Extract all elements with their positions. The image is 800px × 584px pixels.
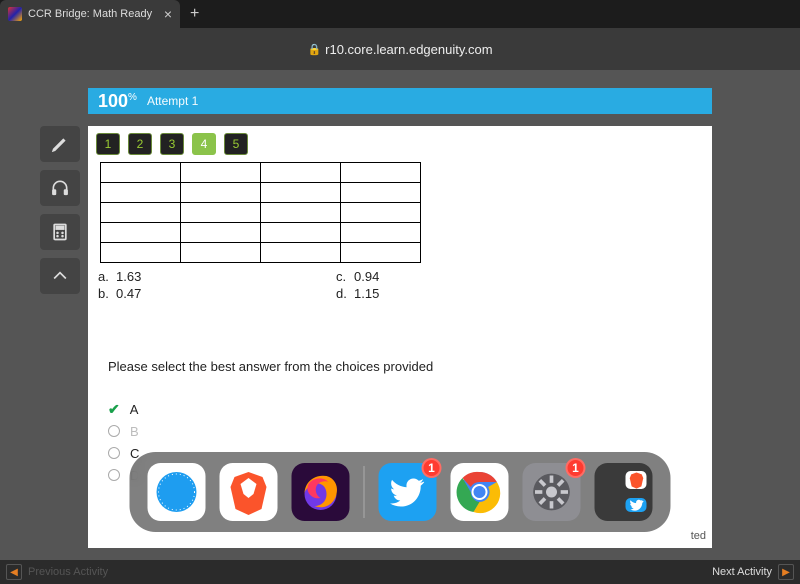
headphones-icon [50, 178, 70, 198]
ans-a-label: a. [98, 269, 116, 284]
url-text: r10.core.learn.edgenuity.com [325, 42, 492, 57]
ans-b-label: b. [98, 286, 116, 301]
question-nav-3[interactable]: 3 [160, 133, 184, 155]
app-folder[interactable] [595, 463, 653, 521]
dock: 1 1 [130, 452, 671, 532]
lock-icon: 🔒 [307, 43, 321, 56]
ans-c-val: 0.94 [354, 269, 414, 284]
calculator-icon [50, 222, 70, 242]
question-prompt: Please select the best answer from the c… [108, 359, 712, 374]
tab-favicon [8, 7, 22, 21]
folder-mini-brave [626, 471, 647, 489]
ans-d-val: 1.15 [354, 286, 414, 301]
app-chrome[interactable] [451, 463, 509, 521]
choice-b[interactable]: B [108, 420, 712, 442]
app-twitter[interactable]: 1 [379, 463, 437, 521]
pencil-icon [50, 134, 70, 154]
question-nav: 1 2 3 4 5 [88, 125, 256, 165]
next-activity-button[interactable]: Next Activity ▶ [712, 564, 794, 580]
ans-d-label: d. [336, 286, 354, 301]
question-nav-5[interactable]: 5 [224, 133, 248, 155]
choice-a[interactable]: ✔ A [108, 398, 712, 420]
answer-values: a.1.63 b.0.47 c.0.94 d.1.15 [98, 269, 712, 301]
data-table [100, 162, 421, 263]
badge: 1 [422, 458, 442, 478]
score-percent: 100% [98, 91, 137, 112]
app-safari[interactable] [148, 463, 206, 521]
close-icon[interactable]: × [164, 6, 172, 22]
badge: 1 [566, 458, 586, 478]
pencil-tool[interactable] [40, 126, 80, 162]
browser-tab[interactable]: CCR Bridge: Math Ready × [0, 0, 180, 28]
chevron-up-icon [50, 266, 70, 286]
radio-icon [108, 469, 120, 481]
question-nav-2[interactable]: 2 [128, 133, 152, 155]
chevron-left-icon: ◀ [6, 564, 22, 580]
tab-title: CCR Bridge: Math Ready [28, 8, 158, 20]
browser-tab-strip: CCR Bridge: Math Ready × + [0, 0, 800, 28]
choice-a-label: A [130, 402, 139, 417]
prev-activity-button[interactable]: ◀ Previous Activity [6, 564, 108, 580]
choice-b-label: B [130, 424, 139, 439]
twitter-icon [390, 474, 426, 510]
app-settings[interactable]: 1 [523, 463, 581, 521]
app-brave[interactable] [220, 463, 278, 521]
score-header: 100% Attempt 1 [88, 88, 712, 114]
app-firefox[interactable] [292, 463, 350, 521]
brave-icon [228, 468, 270, 516]
ans-b-val: 0.47 [116, 286, 176, 301]
chevron-right-icon: ▶ [778, 564, 794, 580]
question-nav-4[interactable]: 4 [192, 133, 216, 155]
page-viewport: 100% Attempt 1 1 2 3 4 5 [0, 70, 800, 560]
dock-separator [364, 466, 365, 518]
bottom-nav: ◀ Previous Activity Next Activity ▶ [0, 560, 800, 584]
attempt-label: Attempt 1 [147, 94, 198, 108]
partial-text: ted [691, 530, 706, 542]
firefox-icon [297, 468, 345, 516]
safari-icon [153, 468, 201, 516]
radio-icon [108, 447, 120, 459]
prev-activity-label: Previous Activity [28, 566, 108, 578]
calculator-tool[interactable] [40, 214, 80, 250]
check-icon: ✔ [108, 401, 120, 418]
gear-icon [530, 470, 574, 514]
question-nav-1[interactable]: 1 [96, 133, 120, 155]
audio-tool[interactable] [40, 170, 80, 206]
address-bar[interactable]: 🔒 r10.core.learn.edgenuity.com [0, 28, 800, 70]
radio-icon [108, 425, 120, 437]
next-activity-label: Next Activity [712, 566, 772, 578]
new-tab-button[interactable]: + [180, 0, 209, 28]
folder-mini-twitter [626, 498, 647, 512]
tool-sidebar [40, 126, 80, 294]
collapse-tool[interactable] [40, 258, 80, 294]
chrome-icon [456, 468, 504, 516]
ans-c-label: c. [336, 269, 354, 284]
ans-a-val: 1.63 [116, 269, 176, 284]
